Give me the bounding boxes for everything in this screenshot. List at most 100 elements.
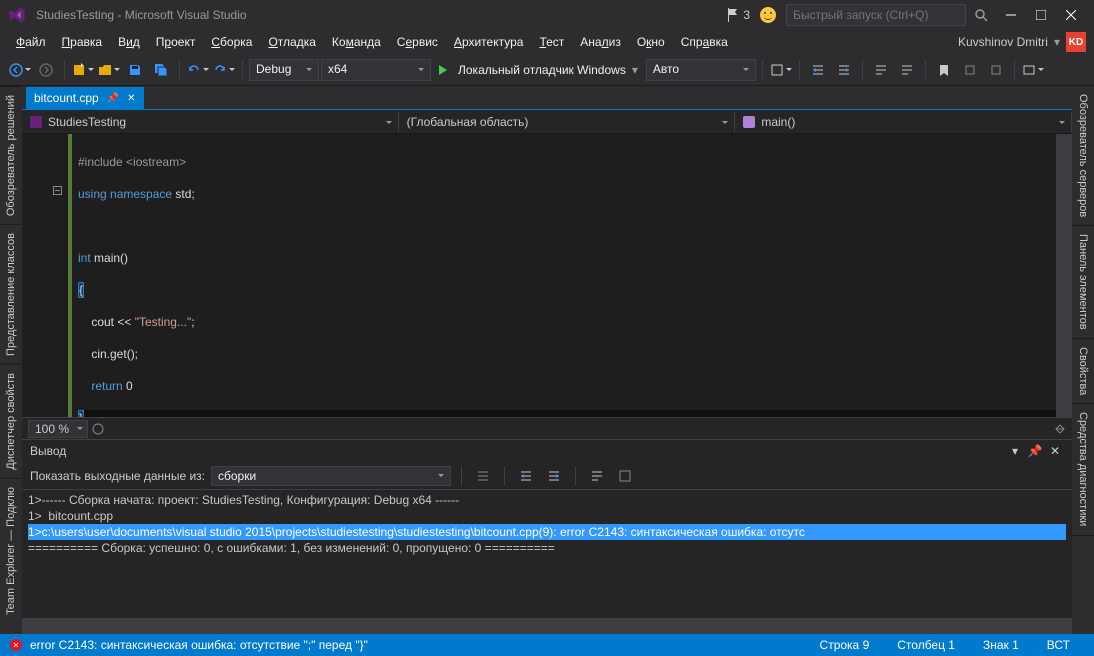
indent-left-button[interactable] bbox=[806, 58, 830, 82]
maximize-button[interactable] bbox=[1026, 5, 1056, 25]
gutter bbox=[22, 134, 72, 417]
undo-button[interactable] bbox=[186, 58, 210, 82]
status-col: Столбец 1 bbox=[883, 638, 969, 652]
indent-right-button[interactable] bbox=[832, 58, 856, 82]
start-debug-button[interactable]: Локальный отладчик Windows ▾ bbox=[433, 59, 644, 81]
status-bar: ✕ error C2143: синтаксическая ошибка: от… bbox=[0, 634, 1094, 656]
output-header: Вывод ▾ 📌 ✕ bbox=[22, 440, 1072, 462]
code-content[interactable]: #include <iostream> using namespace std;… bbox=[72, 134, 1072, 417]
project-combo[interactable]: StudiesTesting bbox=[22, 112, 399, 132]
menu-edit[interactable]: Правка bbox=[54, 32, 111, 52]
menu-help[interactable]: Справка bbox=[673, 32, 736, 52]
zoom-bar: 100 % bbox=[22, 417, 1072, 439]
flag-icon bbox=[727, 8, 739, 22]
fold-icon[interactable] bbox=[53, 186, 62, 195]
zoom-combo[interactable]: 100 % bbox=[28, 420, 88, 438]
panel-pin-icon[interactable]: 📌 bbox=[1026, 442, 1044, 460]
function-combo[interactable]: main() bbox=[735, 112, 1072, 132]
output-text[interactable]: 1>------ Сборка начата: проект: StudiesT… bbox=[22, 490, 1072, 618]
redo-button[interactable] bbox=[212, 58, 236, 82]
minimize-button[interactable] bbox=[996, 5, 1026, 25]
menu-project[interactable]: Проект bbox=[148, 32, 204, 52]
notifications-flag[interactable]: 3 bbox=[727, 8, 750, 22]
panel-close-icon[interactable]: ✕ bbox=[1046, 442, 1064, 460]
scope-combo[interactable]: (Глобальная область) bbox=[399, 112, 736, 132]
function-icon bbox=[743, 116, 755, 128]
chevron-down-icon: ▾ bbox=[632, 63, 638, 77]
menu-debug[interactable]: Отладка bbox=[260, 32, 323, 52]
new-project-button[interactable] bbox=[71, 58, 95, 82]
sidebar-properties[interactable]: Свойства bbox=[1072, 339, 1094, 404]
sidebar-toolbox[interactable]: Панель элементов bbox=[1072, 226, 1094, 339]
sidebar-property-manager[interactable]: Диспетчер свойств bbox=[0, 364, 22, 478]
output-h-scrollbar[interactable] bbox=[22, 618, 1072, 634]
status-error-text: error C2143: синтаксическая ошибка: отсу… bbox=[30, 638, 368, 652]
comment-button[interactable] bbox=[869, 58, 893, 82]
sidebar-diagnostics[interactable]: Средства диагностики bbox=[1072, 404, 1094, 535]
main-toolbar: Debug x64 Локальный отладчик Windows ▾ А… bbox=[0, 54, 1094, 86]
close-button[interactable] bbox=[1056, 5, 1086, 25]
toolbar-overflow-button[interactable] bbox=[1021, 58, 1045, 82]
user-avatar[interactable]: KD bbox=[1066, 32, 1086, 52]
left-sidebar: Обозреватель решений Представление класс… bbox=[0, 86, 22, 634]
close-tab-icon[interactable]: ✕ bbox=[127, 93, 135, 104]
menu-build[interactable]: Сборка bbox=[203, 32, 260, 52]
toolbar-separator bbox=[64, 60, 65, 80]
toolbar-group1-button[interactable] bbox=[769, 58, 793, 82]
menu-window[interactable]: Окно bbox=[629, 32, 673, 52]
open-file-button[interactable] bbox=[97, 58, 121, 82]
save-all-button[interactable] bbox=[149, 58, 173, 82]
feedback-smiley-icon[interactable] bbox=[760, 7, 776, 23]
menu-team[interactable]: Команда bbox=[324, 32, 389, 52]
pin-icon[interactable]: 📌 bbox=[107, 93, 119, 104]
output-from-label: Показать выходные данные из: bbox=[30, 469, 205, 483]
tool-misc2-button[interactable] bbox=[984, 58, 1008, 82]
menu-test[interactable]: Тест bbox=[531, 32, 572, 52]
search-icon[interactable] bbox=[974, 8, 988, 22]
config-combo[interactable]: Debug bbox=[249, 59, 319, 81]
status-insert-mode: ВСТ bbox=[1033, 638, 1084, 652]
status-line: Строка 9 bbox=[806, 638, 884, 652]
output-wrap-button[interactable] bbox=[586, 465, 608, 487]
save-button[interactable] bbox=[123, 58, 147, 82]
project-icon bbox=[30, 116, 42, 128]
code-editor[interactable]: #include <iostream> using namespace std;… bbox=[22, 134, 1072, 417]
output-clear-button[interactable] bbox=[472, 465, 494, 487]
user-name[interactable]: Kuvshinov Dmitri bbox=[958, 35, 1048, 49]
menu-bar: Файл Правка Вид Проект Сборка Отладка Ко… bbox=[0, 30, 1094, 54]
tool-misc-button[interactable] bbox=[958, 58, 982, 82]
vertical-scrollbar[interactable] bbox=[1056, 134, 1072, 417]
menu-tools[interactable]: Сервис bbox=[389, 32, 446, 52]
error-icon: ✕ bbox=[10, 639, 22, 651]
info-icon bbox=[92, 423, 104, 435]
platform-combo[interactable]: x64 bbox=[321, 59, 431, 81]
uncomment-button[interactable] bbox=[895, 58, 919, 82]
user-dropdown-icon[interactable]: ▾ bbox=[1054, 35, 1060, 49]
document-tabs: bitcount.cpp 📌 ✕ bbox=[22, 86, 1072, 110]
menu-analyze[interactable]: Анализ bbox=[572, 32, 629, 52]
sidebar-server-explorer[interactable]: Обозреватель серверов bbox=[1072, 86, 1094, 226]
sidebar-solution-explorer[interactable]: Обозреватель решений bbox=[0, 86, 22, 224]
sidebar-team-explorer[interactable]: Team Explorer — Подклю bbox=[0, 478, 22, 623]
menu-architecture[interactable]: Архитектура bbox=[446, 32, 532, 52]
output-indent-right-button[interactable] bbox=[543, 465, 565, 487]
output-source-combo[interactable]: сборки bbox=[211, 466, 451, 486]
output-title: Вывод bbox=[30, 444, 66, 458]
menu-view[interactable]: Вид bbox=[110, 32, 148, 52]
output-indent-left-button[interactable] bbox=[515, 465, 537, 487]
nav-forward-button[interactable] bbox=[34, 58, 58, 82]
quick-launch-input[interactable] bbox=[786, 4, 966, 26]
output-panel: Вывод ▾ 📌 ✕ Показать выходные данные из:… bbox=[22, 439, 1072, 634]
sidebar-class-view[interactable]: Представление классов bbox=[0, 224, 22, 364]
nav-back-button[interactable] bbox=[8, 58, 32, 82]
tab-bitcount[interactable]: bitcount.cpp 📌 ✕ bbox=[26, 87, 144, 109]
menu-file[interactable]: Файл bbox=[8, 32, 54, 52]
output-misc-button[interactable] bbox=[614, 465, 636, 487]
auto-combo[interactable]: Авто bbox=[646, 59, 756, 81]
split-h-icon[interactable] bbox=[1054, 423, 1066, 435]
bookmark-button[interactable] bbox=[932, 58, 956, 82]
play-icon bbox=[439, 65, 452, 75]
navigation-bar: StudiesTesting (Глобальная область) main… bbox=[22, 110, 1072, 134]
panel-dropdown-icon[interactable]: ▾ bbox=[1006, 442, 1024, 460]
right-sidebar: Обозреватель серверов Панель элементов С… bbox=[1072, 86, 1094, 634]
